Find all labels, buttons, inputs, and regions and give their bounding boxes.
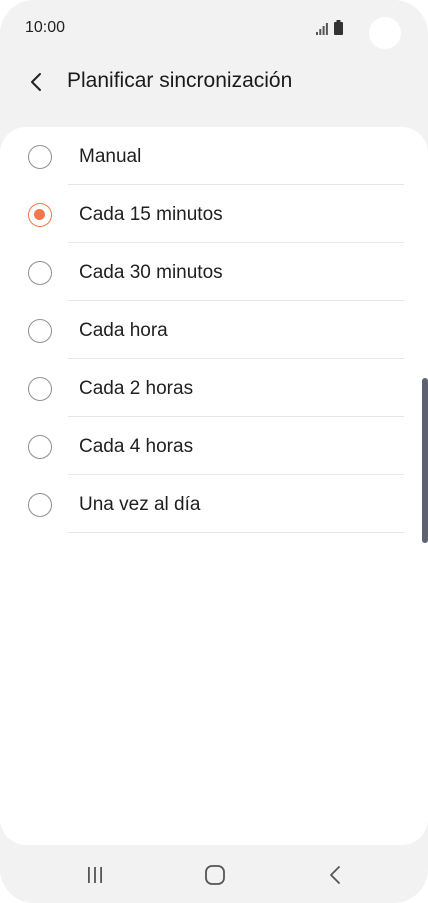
option-cada-30-minutos[interactable]: Cada 30 minutos	[0, 243, 428, 301]
option-cada-hora[interactable]: Cada hora	[0, 301, 428, 359]
battery-icon	[334, 20, 343, 35]
option-una-vez-al-dia[interactable]: Una vez al día	[0, 475, 428, 533]
option-manual[interactable]: Manual	[0, 127, 428, 185]
radio-button-selected[interactable]	[28, 203, 52, 227]
page-title: Planificar sincronización	[67, 69, 293, 92]
option-label: Cada 4 horas	[79, 436, 194, 457]
option-cada-15-minutos[interactable]: Cada 15 minutos	[0, 185, 428, 243]
radio-button[interactable]	[28, 261, 52, 285]
back-chevron-icon	[330, 866, 340, 884]
radio-button[interactable]	[28, 377, 52, 401]
option-cada-4-horas[interactable]: Cada 4 horas	[0, 417, 428, 475]
option-cada-2-horas[interactable]: Cada 2 horas	[0, 359, 428, 417]
signal-bars-icon	[316, 23, 328, 35]
back-button[interactable]	[20, 66, 52, 98]
home-button[interactable]	[195, 859, 235, 891]
options-list: Manual Cada 15 minutos Cada 30 minutos C…	[0, 127, 428, 845]
radio-button[interactable]	[28, 493, 52, 517]
navigation-bar	[0, 845, 428, 903]
status-time: 10:00	[25, 19, 66, 36]
home-icon	[205, 865, 225, 885]
option-label: Una vez al día	[79, 494, 201, 515]
option-label: Cada 2 horas	[79, 378, 194, 399]
chevron-left-icon	[31, 73, 41, 91]
recents-icon	[88, 867, 102, 883]
option-label: Cada hora	[79, 320, 168, 341]
radio-button[interactable]	[28, 319, 52, 343]
option-label: Cada 30 minutos	[79, 262, 223, 283]
system-back-button[interactable]	[315, 859, 355, 891]
status-bar: 10:00	[0, 0, 428, 58]
camera-cutout	[369, 17, 401, 49]
divider	[68, 532, 404, 533]
recents-button[interactable]	[75, 859, 115, 891]
scrollbar[interactable]	[422, 378, 428, 543]
phone-screen: 10:00 Planificar sincronización Manual C…	[0, 0, 428, 903]
option-label: Cada 15 minutos	[79, 204, 223, 225]
option-label: Manual	[79, 146, 142, 167]
app-header: Planificar sincronización	[0, 58, 428, 108]
radio-button[interactable]	[28, 435, 52, 459]
radio-button[interactable]	[28, 145, 52, 169]
